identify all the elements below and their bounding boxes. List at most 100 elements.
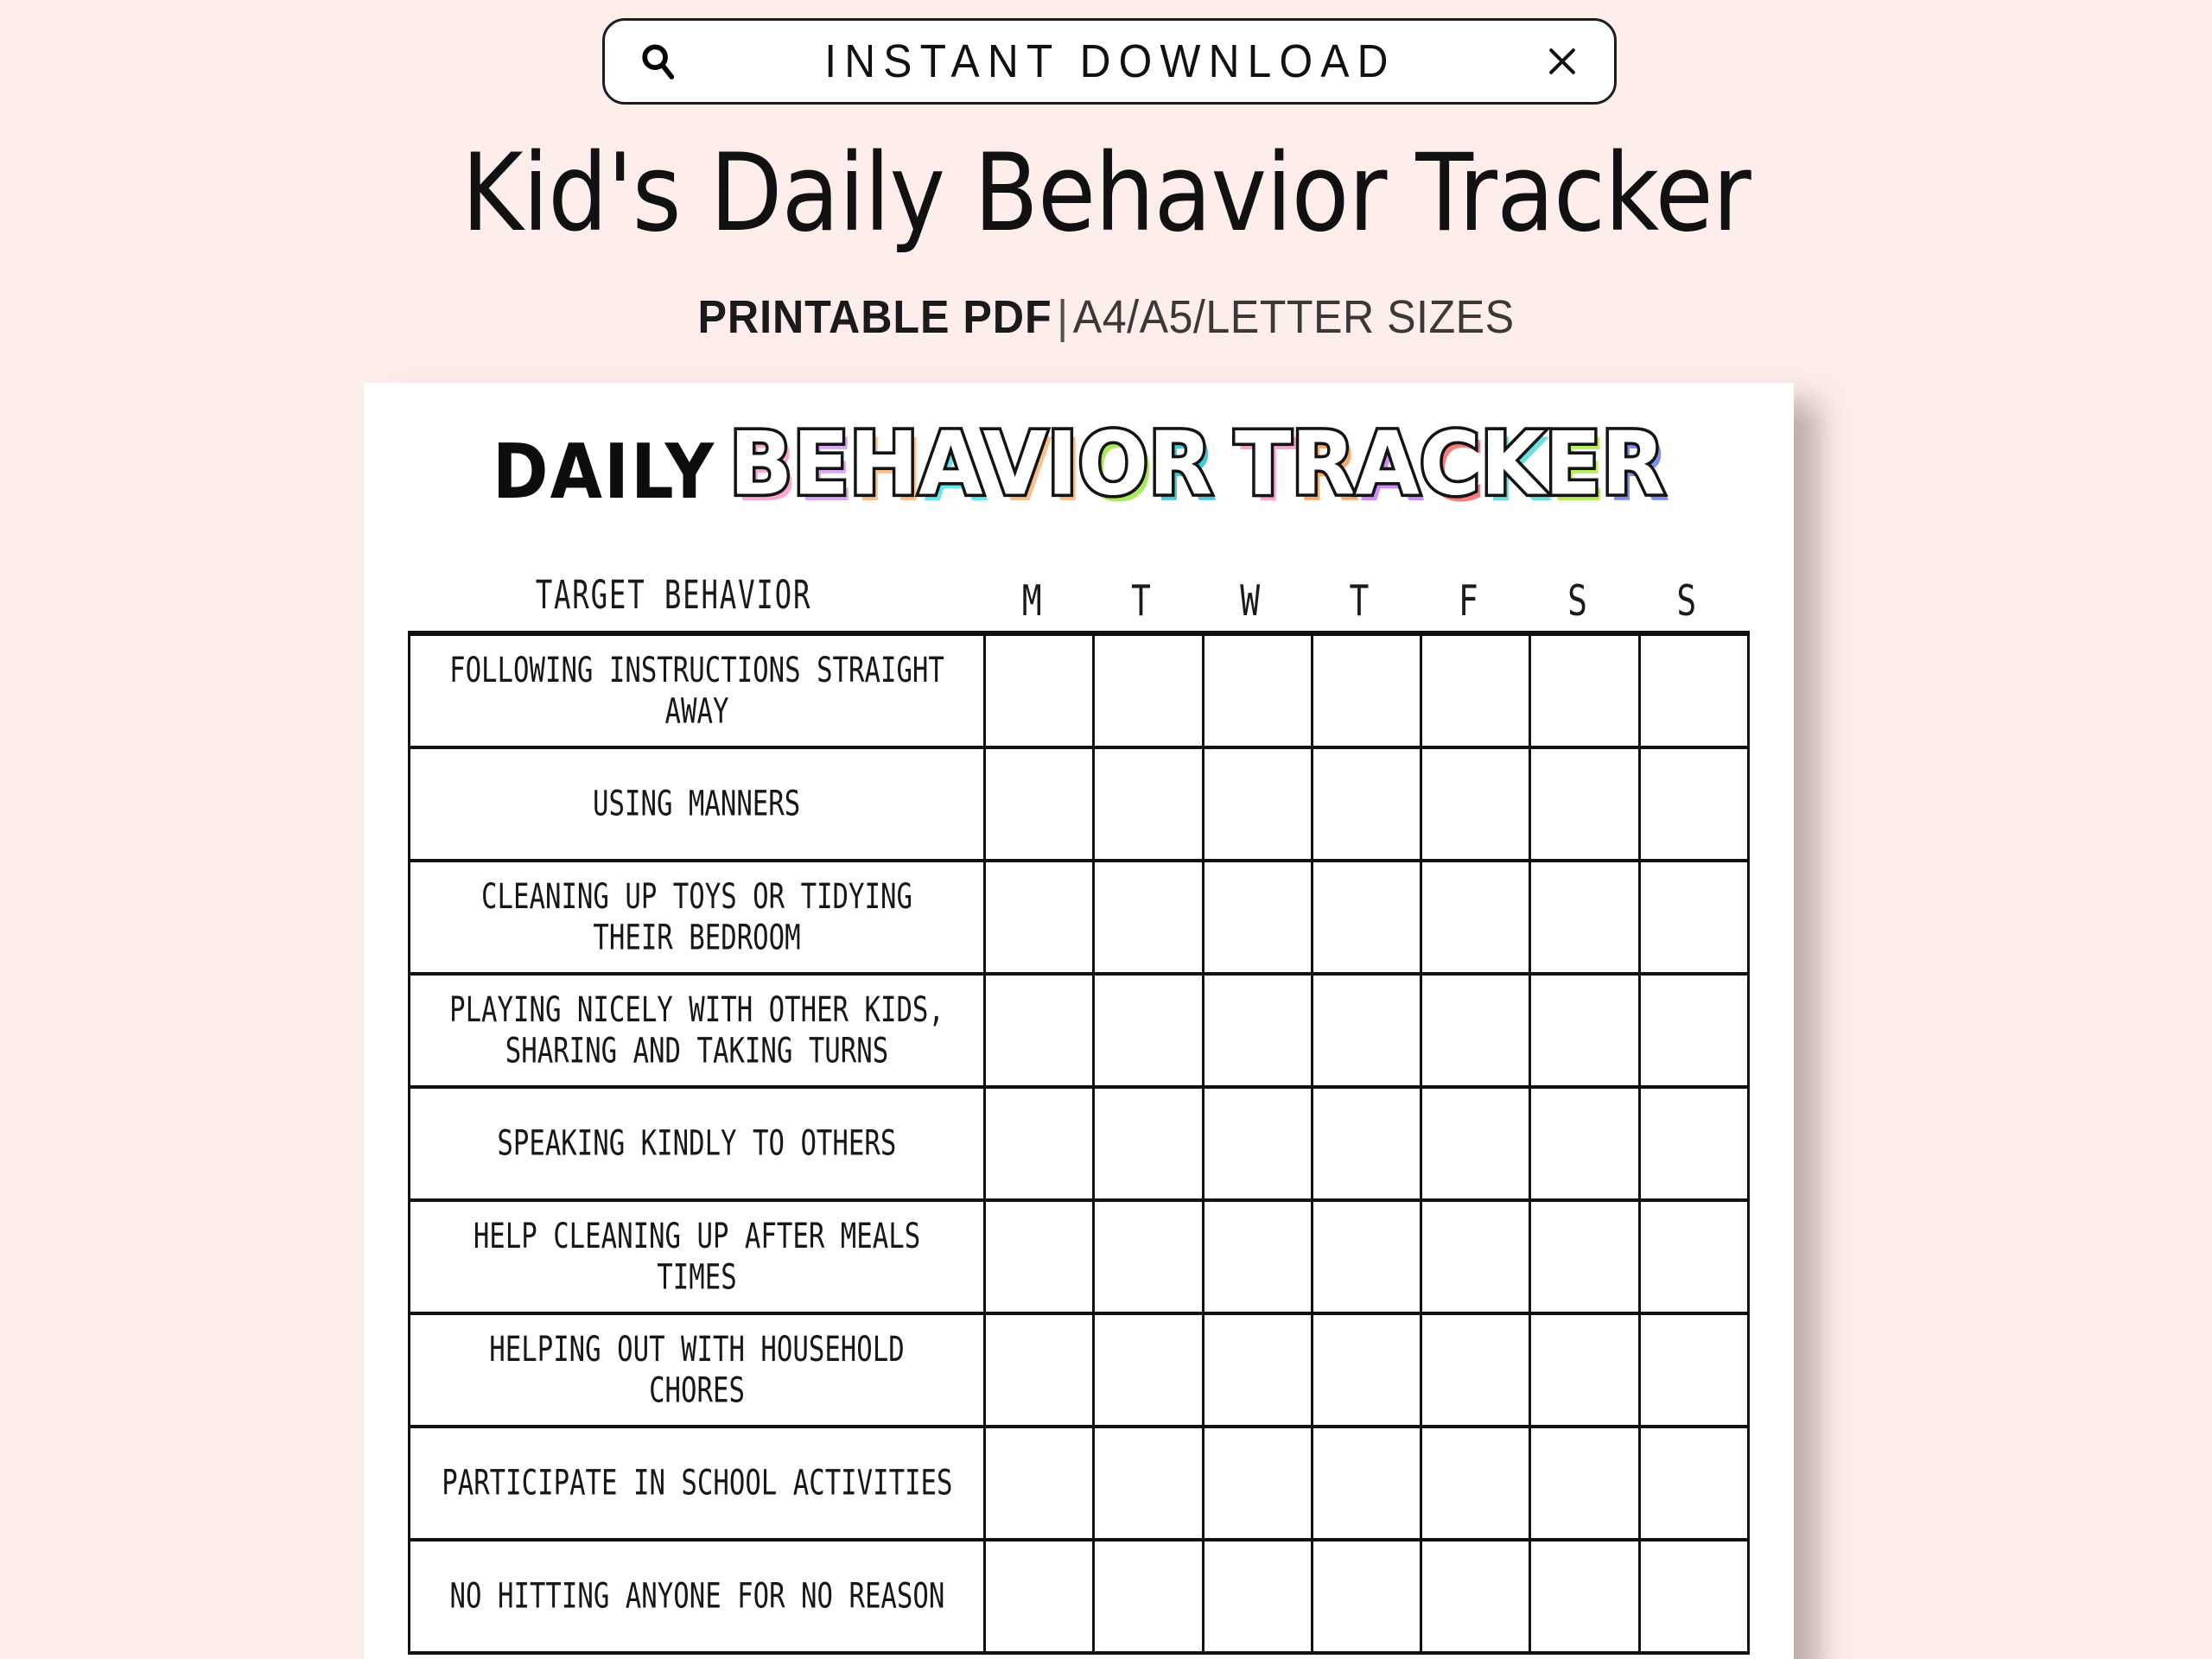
behavior-label-text: SPEAKING KINDLY TO OTHERS xyxy=(497,1122,897,1164)
day-checkbox-cell[interactable] xyxy=(986,862,1096,972)
behavior-label-text: PLAYING NICELY WITH OTHER KIDS, SHARING … xyxy=(449,988,944,1071)
behavior-label-text: HELPING OUT WITH HOUSEHOLD CHORES xyxy=(489,1327,905,1410)
day-checkbox-cell[interactable] xyxy=(1641,976,1750,1085)
day-checkbox-cell[interactable] xyxy=(1095,1541,1205,1651)
day-checkbox-cell[interactable] xyxy=(1641,636,1750,746)
subtitle-format: PRINTABLE PDF xyxy=(697,291,1052,343)
sheet-title-letter: II xyxy=(1044,413,1084,522)
day-checkbox-cell[interactable] xyxy=(1422,1202,1532,1312)
day-checkbox-cell[interactable] xyxy=(1095,862,1205,972)
day-checkbox-cell[interactable] xyxy=(986,1089,1096,1198)
column-header-behavior: TARGET BEHAVIOR xyxy=(535,573,812,619)
day-checkbox-cell[interactable] xyxy=(1422,749,1532,859)
day-checkbox-cell[interactable] xyxy=(986,976,1096,1085)
behavior-grid: FOLLOWING INSTRUCTIONS STRAIGHT AWAY USIN… xyxy=(408,631,1750,1655)
day-checkbox-cell[interactable] xyxy=(1531,1541,1641,1651)
day-checkbox-cell[interactable] xyxy=(1095,1315,1205,1425)
day-checkbox-cell[interactable] xyxy=(1641,1541,1750,1651)
day-checkbox-cell[interactable] xyxy=(1095,636,1205,746)
sheet-title-letter-fill: V xyxy=(988,419,1052,522)
sheet-title-letter-fill: R xyxy=(1154,419,1218,522)
day-checkbox-cell[interactable] xyxy=(1422,1315,1532,1425)
day-checkbox-cell[interactable] xyxy=(1641,749,1750,859)
behavior-label-text: HELP CLEANING UP AFTER MEALS TIMES xyxy=(473,1214,921,1297)
day-checkbox-cell[interactable] xyxy=(1313,1428,1423,1538)
column-header-day: T xyxy=(1130,575,1151,626)
sheet-title-letter: AA xyxy=(916,413,988,522)
sheet-title-letter-fill: R xyxy=(1606,419,1671,522)
day-checkbox-cell[interactable] xyxy=(1422,636,1532,746)
day-checkbox-cell[interactable] xyxy=(1422,1428,1532,1538)
day-checkbox-cell[interactable] xyxy=(986,749,1096,859)
day-checkbox-cell[interactable] xyxy=(1313,862,1423,972)
day-checkbox-cell[interactable] xyxy=(986,636,1096,746)
sheet-title-letter-fill: C xyxy=(1424,419,1486,522)
day-checkbox-cell[interactable] xyxy=(1531,636,1641,746)
day-checkbox-cell[interactable] xyxy=(1531,749,1641,859)
sheet-title: DAILY B B E E H H A A V V I I O O R R T T R R A A C C K K E E R R xyxy=(364,413,1794,522)
day-checkbox-cell[interactable] xyxy=(1095,1202,1205,1312)
sheet-title-letter: HH xyxy=(846,413,925,522)
day-checkbox-cell[interactable] xyxy=(1422,976,1532,1085)
column-header-day: M xyxy=(1021,575,1042,626)
day-checkbox-cell[interactable] xyxy=(1205,749,1313,859)
sheet-title-letter-fill: O xyxy=(1083,419,1154,522)
sheet-title-rainbow: BBEEHHAAVVIIOORRTTRRAACCKKEERR xyxy=(727,413,1670,522)
behavior-label-cell: CLEANING UP TOYS OR TIDYING THEIR BEDROO… xyxy=(410,862,986,972)
behavior-label-text: CLEANING UP TOYS OR TIDYING THEIR BEDROO… xyxy=(481,874,912,957)
day-checkbox-cell[interactable] xyxy=(1205,1541,1313,1651)
day-checkbox-cell[interactable] xyxy=(1205,1315,1313,1425)
day-checkbox-cell[interactable] xyxy=(1531,1202,1641,1312)
behavior-label-cell: PLAYING NICELY WITH OTHER KIDS, SHARING … xyxy=(410,976,986,1085)
day-checkbox-cell[interactable] xyxy=(986,1541,1096,1651)
day-checkbox-cell[interactable] xyxy=(1531,1315,1641,1425)
day-checkbox-cell[interactable] xyxy=(1422,1541,1532,1651)
day-checkbox-cell[interactable] xyxy=(1095,1428,1205,1538)
instant-download-pill[interactable]: INSTANT DOWNLOAD xyxy=(602,18,1617,105)
day-checkbox-cell[interactable] xyxy=(1313,1089,1423,1198)
day-checkbox-cell[interactable] xyxy=(1313,749,1423,859)
day-checkbox-cell[interactable] xyxy=(1422,862,1532,972)
day-checkbox-cell[interactable] xyxy=(1422,1089,1532,1198)
day-checkbox-cell[interactable] xyxy=(1313,1202,1423,1312)
day-checkbox-cell[interactable] xyxy=(1641,1428,1750,1538)
sheet-title-letter: CC xyxy=(1416,413,1486,522)
day-checkbox-cell[interactable] xyxy=(1095,976,1205,1085)
search-icon[interactable] xyxy=(638,41,677,81)
day-checkbox-cell[interactable] xyxy=(1205,1089,1313,1198)
day-checkbox-cell[interactable] xyxy=(1641,862,1750,972)
day-checkbox-cell[interactable] xyxy=(1313,636,1423,746)
close-icon[interactable] xyxy=(1543,42,1581,80)
day-checkbox-cell[interactable] xyxy=(986,1428,1096,1538)
day-checkbox-cell[interactable] xyxy=(1205,976,1313,1085)
day-checkbox-cell[interactable] xyxy=(1095,1089,1205,1198)
printable-sheet-preview[interactable]: DAILY B B E E H H A A V V I I O O R R T T R R A A C C K K E E R R TARG… xyxy=(364,383,1794,1659)
day-checkbox-cell[interactable] xyxy=(1205,1202,1313,1312)
day-checkbox-cell[interactable] xyxy=(1531,862,1641,972)
day-checkbox-cell[interactable] xyxy=(986,1315,1096,1425)
table-row: HELPING OUT WITH HOUSEHOLD CHORES xyxy=(410,1315,1750,1428)
day-checkbox-cell[interactable] xyxy=(1313,1315,1423,1425)
day-checkbox-cell[interactable] xyxy=(1641,1089,1750,1198)
sheet-title-letter: RR xyxy=(1288,413,1361,522)
sheet-title-letter: VV xyxy=(980,413,1052,522)
day-checkbox-cell[interactable] xyxy=(1531,1089,1641,1198)
day-checkbox-cell[interactable] xyxy=(1313,976,1423,1085)
day-checkbox-cell[interactable] xyxy=(986,1202,1096,1312)
sheet-title-letter-fill: E xyxy=(798,419,855,522)
day-checkbox-cell[interactable] xyxy=(1641,1315,1750,1425)
day-checkbox-cell[interactable] xyxy=(1095,749,1205,859)
day-checkbox-cell[interactable] xyxy=(1205,1428,1313,1538)
day-checkbox-cell[interactable] xyxy=(1205,636,1313,746)
day-checkbox-cell[interactable] xyxy=(1313,1541,1423,1651)
day-checkbox-cell[interactable] xyxy=(1531,976,1641,1085)
day-checkbox-cell[interactable] xyxy=(1531,1428,1641,1538)
day-checkbox-cell[interactable] xyxy=(1205,862,1313,972)
table-row: PLAYING NICELY WITH OTHER KIDS, SHARING … xyxy=(410,976,1750,1089)
table-row: HELP CLEANING UP AFTER MEALS TIMES xyxy=(410,1202,1750,1315)
subtitle-separator: | xyxy=(1057,291,1069,343)
behavior-label-text: PARTICIPATE IN SCHOOL ACTIVITIES xyxy=(441,1461,953,1503)
search-label: INSTANT DOWNLOAD xyxy=(824,35,1396,87)
column-header-day: S xyxy=(1676,575,1697,626)
day-checkbox-cell[interactable] xyxy=(1641,1202,1750,1312)
